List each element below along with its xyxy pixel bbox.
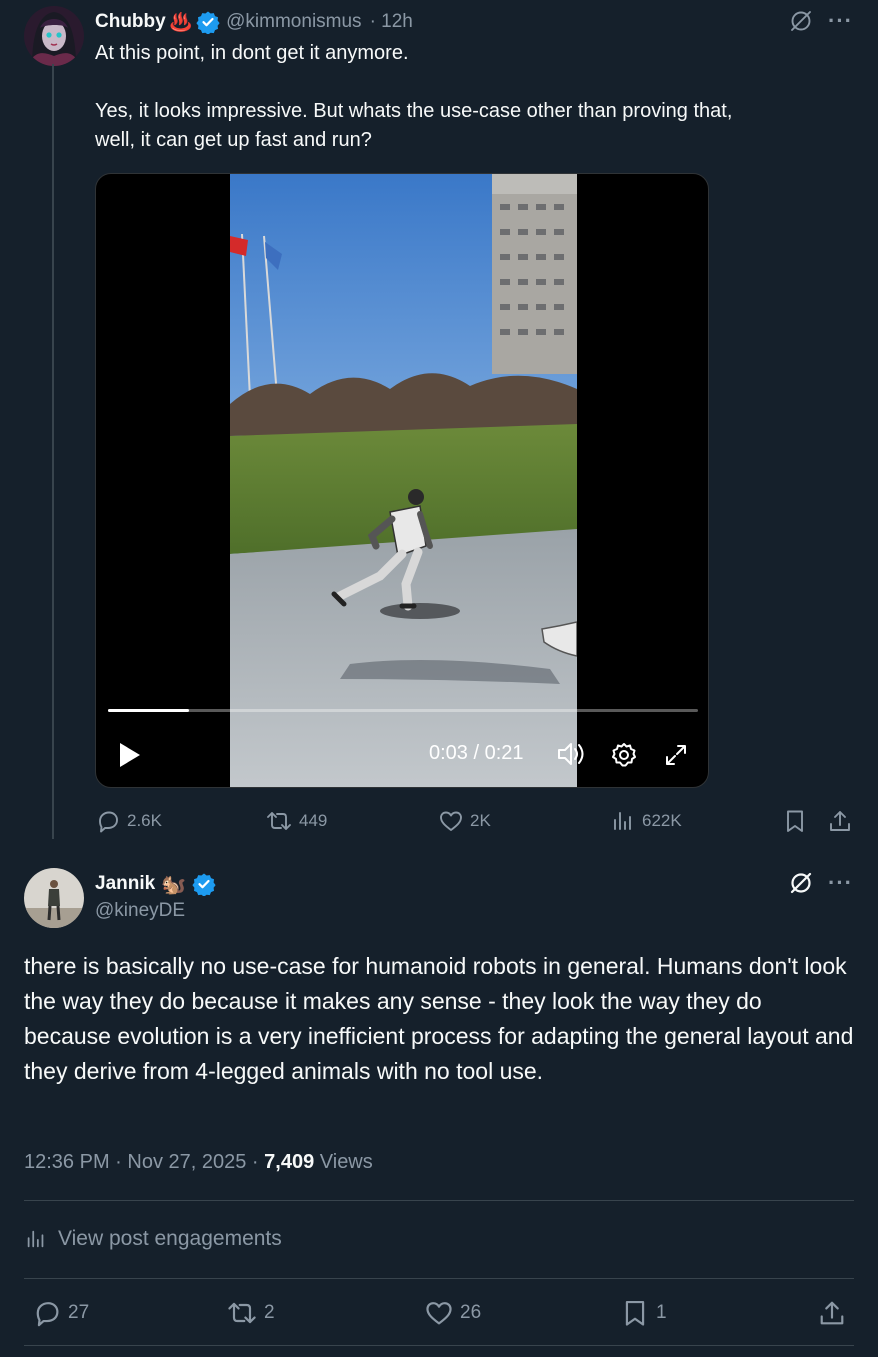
like-count: 2K — [470, 811, 491, 830]
views-button[interactable]: 622K — [610, 808, 682, 834]
view-post-engagements[interactable]: View post engagements — [24, 1227, 282, 1251]
reply-reply-count: 27 — [68, 1302, 90, 1323]
video-time: 0:03 / 0:21 — [429, 742, 524, 764]
avatar-chubby[interactable] — [24, 6, 84, 66]
views-chart-icon — [614, 812, 631, 830]
reply-icon — [99, 811, 118, 833]
reply-like-count: 26 — [460, 1302, 482, 1323]
repost-button[interactable]: 449 — [265, 808, 327, 834]
share-icon[interactable] — [816, 1298, 848, 1328]
video-progress-bar[interactable] — [108, 709, 698, 712]
like-button[interactable]: 2K — [438, 808, 491, 834]
reply-repost-button[interactable]: 2 — [226, 1298, 275, 1328]
engagements-label: View post engagements — [58, 1227, 282, 1250]
squirrel-emoji: 🐿️ — [161, 873, 187, 896]
reply-meta: 12:36 PM · Nov 27, 2025 · 7,409 Views — [24, 1151, 373, 1174]
avatar-jannik[interactable] — [24, 868, 84, 928]
divider-top — [24, 1200, 854, 1201]
reply-header: Jannik 🐿️ — [95, 870, 216, 898]
reply-icon — [36, 1302, 59, 1327]
reply-views-count: 7,409 — [264, 1151, 315, 1173]
divider-bottom — [24, 1278, 854, 1279]
divider-end — [24, 1345, 854, 1346]
heart-icon — [426, 1302, 452, 1325]
reply-text: there is basically no use-case for human… — [24, 953, 854, 1084]
verified-badge-icon — [192, 873, 216, 896]
tweet-text-line-1: At this point, in dont get it anymore. — [95, 42, 409, 64]
reply-count: 2.6K — [127, 811, 162, 830]
verified-badge-icon — [196, 11, 220, 34]
views-chart-icon — [27, 1230, 44, 1248]
grok-icon[interactable] — [788, 8, 814, 34]
volume-icon[interactable] — [556, 740, 586, 768]
author-handle[interactable]: @kimmonismus — [226, 11, 361, 33]
reply-views-label: Views — [319, 1151, 373, 1173]
video-progress-fill — [108, 709, 189, 712]
reply-repost-count: 2 — [264, 1302, 275, 1323]
share-icon[interactable] — [826, 808, 854, 834]
thread-line — [52, 64, 54, 839]
hot-springs-emoji: ♨️ — [169, 11, 193, 32]
reply-bookmark-count: 1 — [656, 1302, 667, 1323]
tweet-text-line-3: well, it can get up fast and run? — [95, 129, 372, 151]
bookmark-icon[interactable] — [782, 808, 808, 834]
reply-bookmark-button[interactable]: 1 — [620, 1298, 667, 1328]
reply-author-name[interactable]: Jannik — [95, 873, 155, 895]
original-tweet-header: Chubby ♨️ @kimmonismus · 12h — [95, 8, 413, 36]
reply-timestamp[interactable]: 12:36 PM · Nov 27, 2025 · — [24, 1151, 259, 1173]
repost-icon — [267, 812, 291, 830]
reply-author-handle[interactable]: @kineyDE — [95, 900, 185, 922]
video-frame[interactable] — [230, 174, 578, 787]
views-count: 622K — [642, 811, 682, 830]
video-player[interactable]: 0:03 / 0:21 — [95, 173, 709, 788]
grok-icon[interactable] — [788, 870, 814, 896]
fullscreen-icon[interactable] — [664, 743, 688, 767]
post-time[interactable]: · 12h — [370, 11, 413, 33]
settings-gear-icon[interactable] — [610, 741, 638, 769]
reply-button[interactable]: 2.6K — [95, 808, 162, 834]
repost-icon — [228, 1302, 256, 1324]
author-name[interactable]: Chubby — [95, 11, 166, 33]
reply-like-button[interactable]: 26 — [424, 1298, 481, 1328]
repost-count: 449 — [299, 811, 328, 830]
reply-reply-button[interactable]: 27 — [32, 1298, 89, 1328]
tweet-text-line-2: Yes, it looks impressive. But whats the … — [95, 100, 733, 122]
video-still-image — [230, 174, 578, 787]
heart-icon — [440, 811, 462, 831]
more-options-icon[interactable]: ··· — [828, 870, 853, 896]
play-icon[interactable] — [118, 742, 142, 768]
more-options-icon[interactable]: ··· — [828, 8, 853, 34]
bookmark-icon — [625, 1300, 645, 1326]
